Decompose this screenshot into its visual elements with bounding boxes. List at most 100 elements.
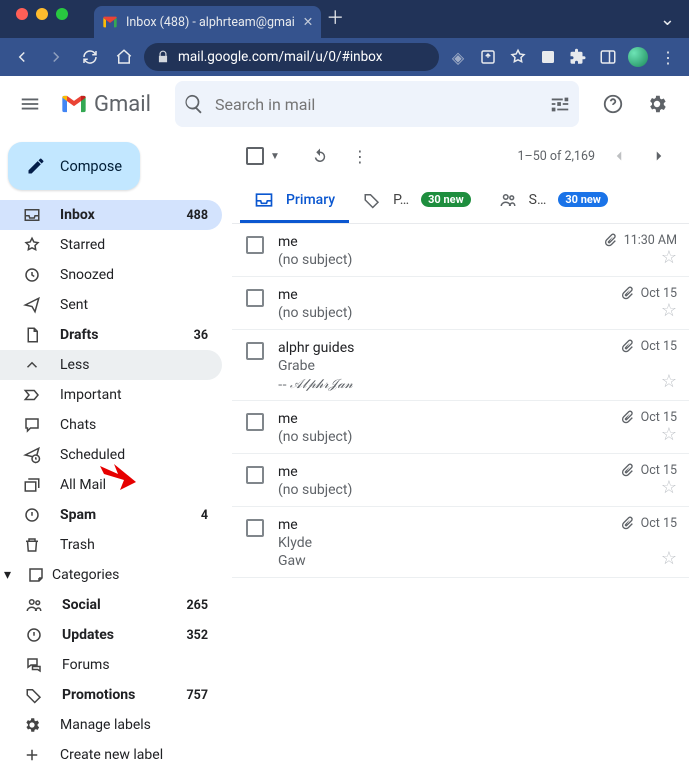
tab-promotions[interactable]: P…30 new	[349, 179, 485, 223]
tab-primary[interactable]: Primary	[240, 179, 349, 223]
profile-avatar[interactable]	[627, 46, 649, 68]
create-label[interactable]: Create new label	[0, 740, 222, 770]
sidebar-item-chats[interactable]: Chats	[0, 410, 222, 440]
star-button[interactable]: ☆	[661, 424, 677, 445]
sidebar-item-less[interactable]: Less	[0, 350, 222, 380]
attachment-icon	[619, 462, 635, 478]
sidebar-item-scheduled[interactable]: Scheduled	[0, 440, 222, 470]
pager-text: 1–50 of 2,169	[517, 149, 595, 164]
caret-down-icon: ▾	[4, 567, 20, 583]
download-icon[interactable]	[537, 46, 559, 68]
scheduled-icon	[22, 446, 42, 464]
email-subject: Grabe	[278, 358, 675, 374]
new-tab-button[interactable]: ＋	[321, 4, 349, 34]
star-button[interactable]: ☆	[661, 247, 677, 268]
email-subject: (no subject)	[278, 429, 675, 445]
prev-page-button[interactable]	[603, 140, 635, 172]
select-all[interactable]: ▼	[246, 147, 280, 165]
reload-button[interactable]	[76, 43, 104, 71]
sidebar-category-promotions[interactable]: Promotions757	[0, 680, 222, 710]
sidebar-item-inbox[interactable]: Inbox488	[0, 200, 222, 230]
window-minimize-icon[interactable]	[36, 8, 48, 20]
category-tabs: PrimaryP…30 newS…30 new	[232, 180, 689, 224]
eye-icon[interactable]: ◈	[447, 46, 469, 68]
email-signature: -- 𝒜𝓁𝓅𝒽𝓇𝒥𝒶𝓃	[278, 376, 675, 392]
sidebar-item-snoozed[interactable]: Snoozed	[0, 260, 222, 290]
panel-icon[interactable]	[597, 46, 619, 68]
email-checkbox[interactable]	[246, 342, 264, 360]
trash-icon	[22, 536, 42, 554]
email-date: Oct 15	[641, 286, 677, 301]
email-checkbox[interactable]	[246, 289, 264, 307]
browser-tab[interactable]: Inbox (488) - alphrteam@gmai ✕	[94, 6, 321, 38]
refresh-button[interactable]	[304, 140, 336, 172]
share-icon[interactable]	[477, 46, 499, 68]
email-row[interactable]: me(no subject)Oct 15☆	[232, 454, 689, 507]
next-page-button[interactable]	[643, 140, 675, 172]
window-close-icon[interactable]	[16, 8, 28, 20]
support-button[interactable]	[593, 84, 633, 124]
email-row[interactable]: me(no subject)Oct 15☆	[232, 277, 689, 330]
address-bar[interactable]: mail.google.com/mail/u/0/#inbox	[144, 43, 439, 71]
attachment-icon	[619, 285, 635, 301]
search-input[interactable]	[215, 95, 539, 114]
main-menu-button[interactable]	[10, 84, 50, 124]
sidebar-item-drafts[interactable]: Drafts36	[0, 320, 222, 350]
compose-button[interactable]: Compose	[8, 142, 140, 190]
categories-toggle[interactable]: ▾ Categories	[0, 560, 222, 590]
window-menu-icon[interactable]: ⌄	[660, 9, 689, 38]
bookmark-star-icon[interactable]	[507, 46, 529, 68]
star-button[interactable]: ☆	[661, 300, 677, 321]
browser-tab-title: Inbox (488) - alphrteam@gmai	[126, 15, 295, 30]
social-icon	[499, 191, 517, 209]
email-sender: me	[278, 411, 675, 427]
email-row[interactable]: meKlydeGawOct 15☆	[232, 507, 689, 578]
forward-button[interactable]	[42, 43, 70, 71]
email-checkbox[interactable]	[246, 519, 264, 537]
email-list: me(no subject)11:30 AM☆me(no subject)Oct…	[232, 224, 689, 578]
new-badge: 30 new	[558, 192, 608, 207]
more-button[interactable]: ⋮	[344, 140, 376, 172]
pencil-icon	[26, 156, 46, 176]
star-button[interactable]: ☆	[661, 477, 677, 498]
search-box[interactable]	[175, 81, 579, 127]
gmail-logo-text: Gmail	[94, 92, 151, 117]
sidebar-item-sent[interactable]: Sent	[0, 290, 222, 320]
settings-button[interactable]	[637, 84, 677, 124]
checkbox-icon[interactable]	[246, 147, 264, 165]
sidebar-item-spam[interactable]: Spam4	[0, 500, 222, 530]
search-options-icon[interactable]	[549, 93, 571, 115]
home-button[interactable]	[110, 43, 138, 71]
updates-icon	[24, 626, 44, 644]
star-button[interactable]: ☆	[661, 548, 677, 569]
email-subject: (no subject)	[278, 252, 675, 268]
browser-menu-icon[interactable]: ⋮	[657, 46, 679, 68]
tab-social[interactable]: S…30 new	[485, 179, 622, 223]
caret-down-icon[interactable]: ▼	[270, 151, 280, 162]
sidebar-item-important[interactable]: Important	[0, 380, 222, 410]
toolbar: ▼ ⋮ 1–50 of 2,169	[232, 132, 689, 180]
email-row[interactable]: me(no subject)11:30 AM☆	[232, 224, 689, 277]
gmail-favicon-icon	[102, 14, 118, 30]
lock-icon	[156, 50, 170, 64]
email-checkbox[interactable]	[246, 236, 264, 254]
email-row[interactable]: alphr guidesGrabe-- 𝒜𝓁𝓅𝒽𝓇𝒥𝒶𝓃Oct 15☆	[232, 330, 689, 401]
sidebar-category-updates[interactable]: Updates352	[0, 620, 222, 650]
tab-close-icon[interactable]: ✕	[303, 14, 313, 30]
draft-icon	[22, 326, 42, 344]
window-zoom-icon[interactable]	[56, 8, 68, 20]
email-row[interactable]: me(no subject)Oct 15☆	[232, 401, 689, 454]
sidebar-item-trash[interactable]: Trash	[0, 530, 222, 560]
email-checkbox[interactable]	[246, 413, 264, 431]
sidebar-category-forums[interactable]: Forums	[0, 650, 222, 680]
extensions-icon[interactable]	[567, 46, 589, 68]
manage-labels[interactable]: Manage labels	[0, 710, 222, 740]
gmail-logo[interactable]: Gmail	[60, 90, 151, 118]
sidebar-category-social[interactable]: Social265	[0, 590, 222, 620]
email-sender: me	[278, 287, 675, 303]
sidebar-item-starred[interactable]: Starred	[0, 230, 222, 260]
sidebar-item-all-mail[interactable]: All Mail	[0, 470, 222, 500]
email-checkbox[interactable]	[246, 466, 264, 484]
star-button[interactable]: ☆	[661, 371, 677, 392]
back-button[interactable]	[8, 43, 36, 71]
